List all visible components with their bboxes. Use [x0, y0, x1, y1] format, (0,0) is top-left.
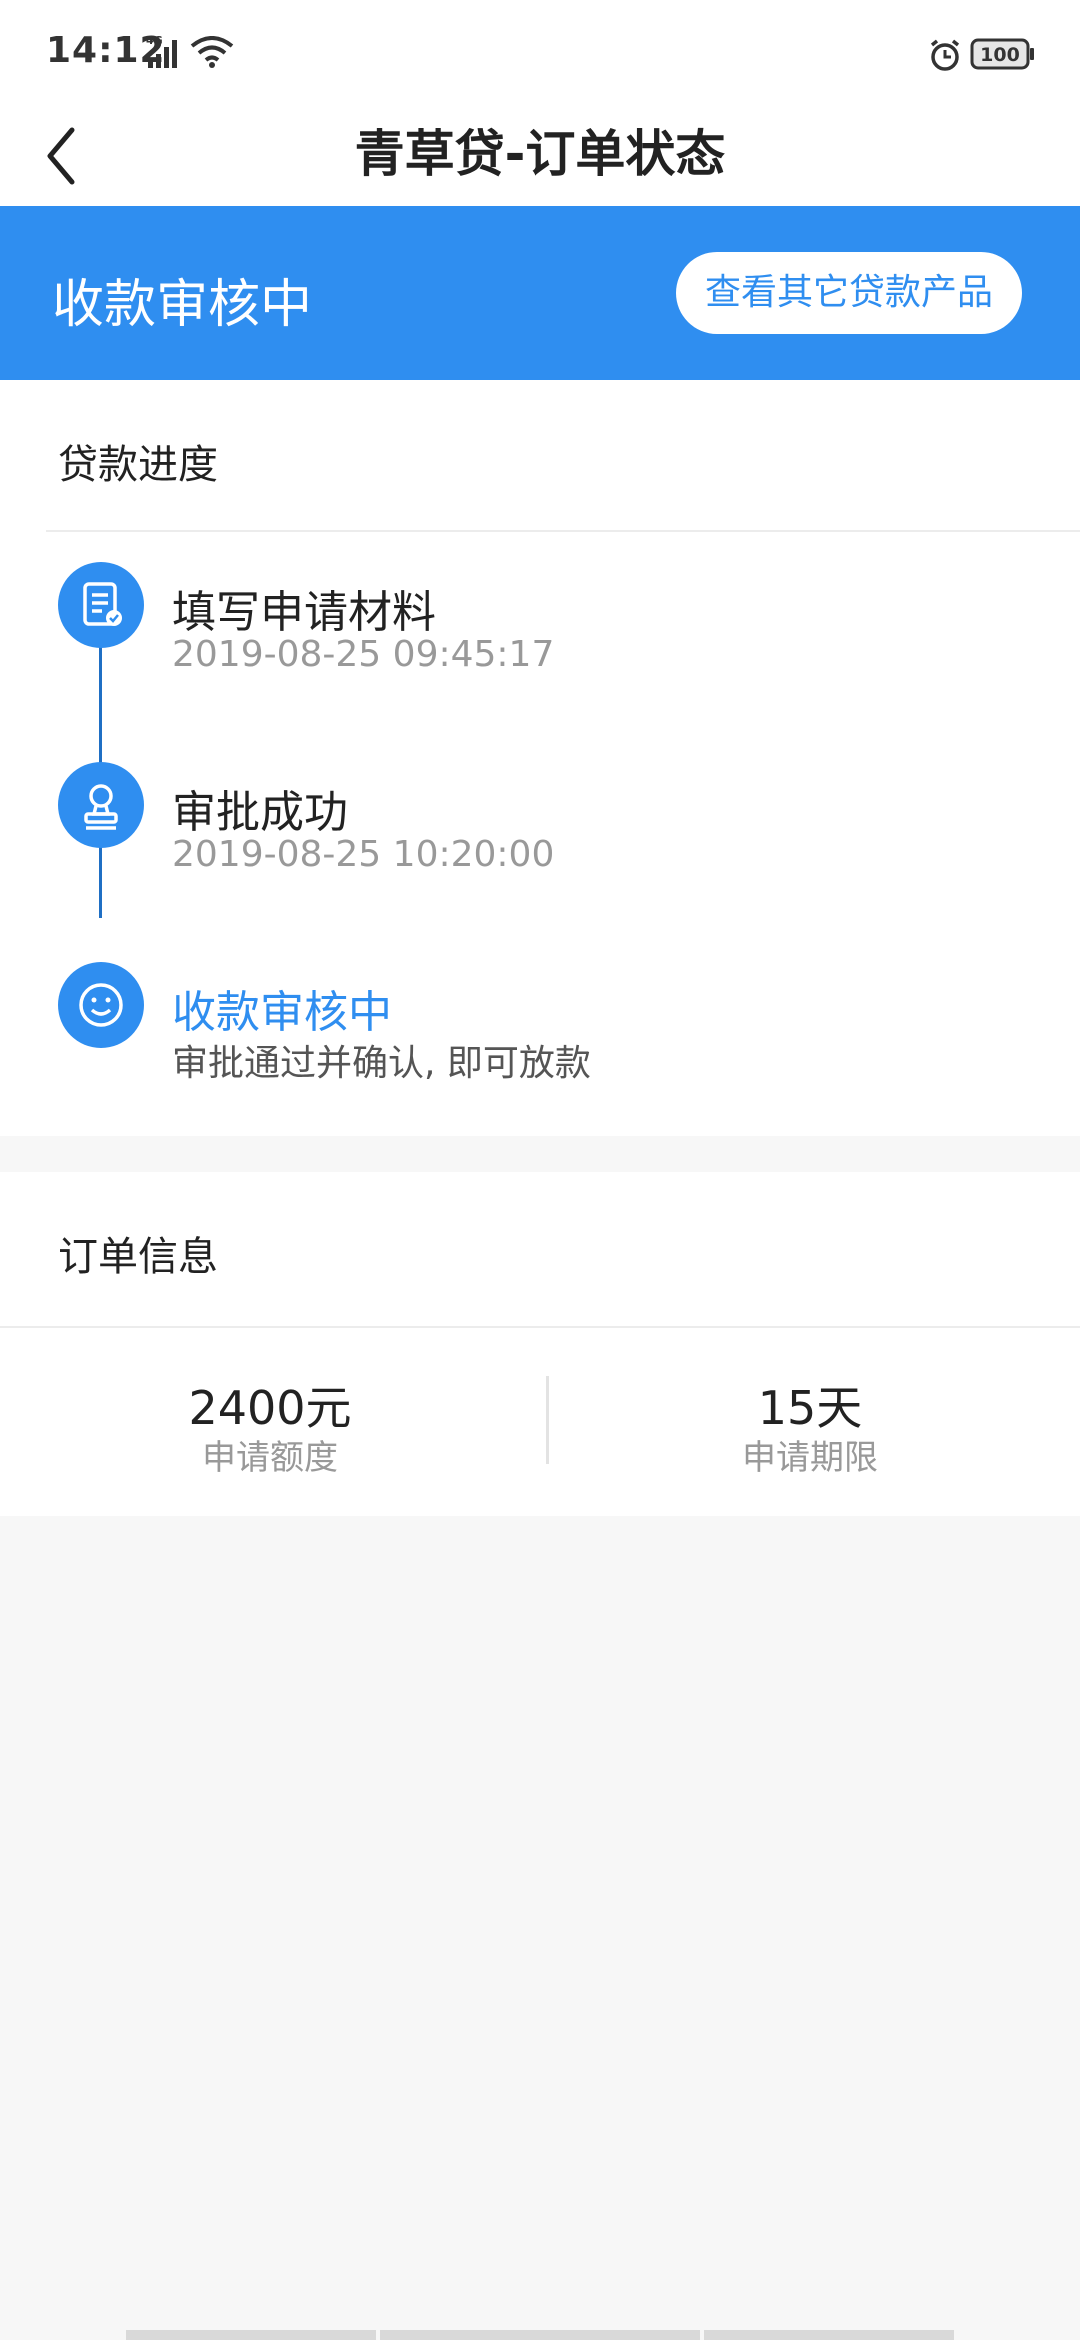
- alarm-icon: [928, 38, 962, 76]
- step-timestamp: 2019-08-25 09:45:17: [172, 634, 555, 675]
- step-title-current: 收款审核中: [172, 987, 392, 1038]
- page-title: 青草贷-订单状态: [354, 125, 726, 183]
- amount-label: 申请额度: [202, 1438, 338, 1478]
- section-title-progress: 贷款进度: [58, 442, 218, 488]
- order-info-card: 订单信息 2400元 申请额度 15天 申请期限: [0, 1172, 1080, 1516]
- term-value: 15天: [757, 1381, 863, 1435]
- divider: [0, 1326, 1080, 1328]
- step-title: 填写申请材料: [172, 587, 436, 638]
- nav-indicator: [380, 2330, 700, 2340]
- stamp-icon: [58, 762, 144, 848]
- view-other-loans-button[interactable]: 查看其它贷款产品: [676, 252, 1022, 334]
- wifi-icon: [190, 36, 234, 72]
- document-check-icon: [58, 562, 144, 648]
- step-description: 审批通过并确认, 即可放款: [172, 1043, 591, 1084]
- signal-icon: 4G: [146, 34, 184, 74]
- order-status-title: 收款审核中: [52, 275, 313, 335]
- smiley-icon: [58, 962, 144, 1048]
- section-title-order: 订单信息: [58, 1234, 218, 1280]
- nav-indicator: [704, 2330, 954, 2340]
- svg-text:4G: 4G: [146, 34, 163, 47]
- loan-progress-card: 贷款进度 填写申请材料 2019-08-25 09:45:17 审批成功 201…: [0, 380, 1080, 1136]
- status-bar: 14:12 4G 100: [0, 0, 1080, 100]
- order-status-header: 收款审核中 查看其它贷款产品: [0, 206, 1080, 380]
- term-label: 申请期限: [742, 1438, 878, 1478]
- nav-indicator: [126, 2330, 376, 2340]
- battery-icon: 100: [970, 38, 1036, 74]
- step-timestamp: 2019-08-25 10:20:00: [172, 834, 555, 875]
- amount-value: 2400元: [188, 1381, 352, 1435]
- divider: [46, 530, 1080, 532]
- step-title: 审批成功: [172, 787, 348, 838]
- svg-text:100: 100: [980, 44, 1020, 66]
- title-bar: 青草贷-订单状态: [0, 100, 1080, 206]
